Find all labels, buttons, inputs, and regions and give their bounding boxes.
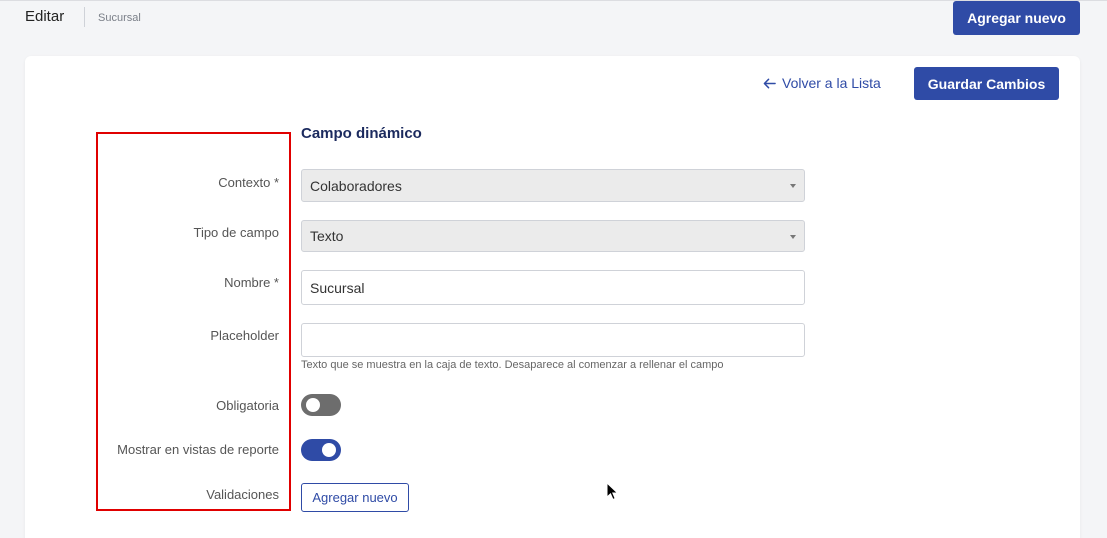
- placeholder-input[interactable]: [301, 323, 805, 357]
- back-link-label: Volver a la Lista: [782, 75, 881, 91]
- add-new-button[interactable]: Agregar nuevo: [953, 1, 1080, 35]
- tipo-campo-value: Texto: [310, 228, 344, 244]
- toggle-knob: [322, 443, 336, 457]
- header-separator: [84, 7, 85, 27]
- top-divider: [0, 0, 1107, 1]
- caret-down-icon: [790, 235, 796, 239]
- toggle-knob: [306, 398, 320, 412]
- page-title: Editar: [25, 8, 65, 25]
- labels-highlight-box: [96, 132, 291, 511]
- back-to-list-link[interactable]: Volver a la Lista: [763, 75, 881, 91]
- nombre-input[interactable]: Sucursal: [301, 270, 805, 305]
- tipo-campo-select[interactable]: Texto: [301, 220, 805, 252]
- contexto-value: Colaboradores: [310, 177, 402, 194]
- obligatoria-toggle[interactable]: [301, 394, 341, 416]
- nombre-value: Sucursal: [310, 279, 365, 296]
- placeholder-help-text: Texto que se muestra en la caja de texto…: [301, 359, 724, 371]
- caret-down-icon: [790, 184, 796, 188]
- add-validation-button[interactable]: Agregar nuevo: [301, 483, 409, 512]
- save-changes-button[interactable]: Guardar Cambios: [914, 67, 1059, 100]
- contexto-select[interactable]: Colaboradores: [301, 169, 805, 202]
- section-title: Campo dinámico: [301, 125, 422, 142]
- mouse-pointer-icon: [606, 482, 619, 501]
- breadcrumb[interactable]: Sucursal: [98, 12, 141, 24]
- mostrar-reporte-toggle[interactable]: [301, 439, 341, 461]
- arrow-left-icon: [763, 78, 776, 88]
